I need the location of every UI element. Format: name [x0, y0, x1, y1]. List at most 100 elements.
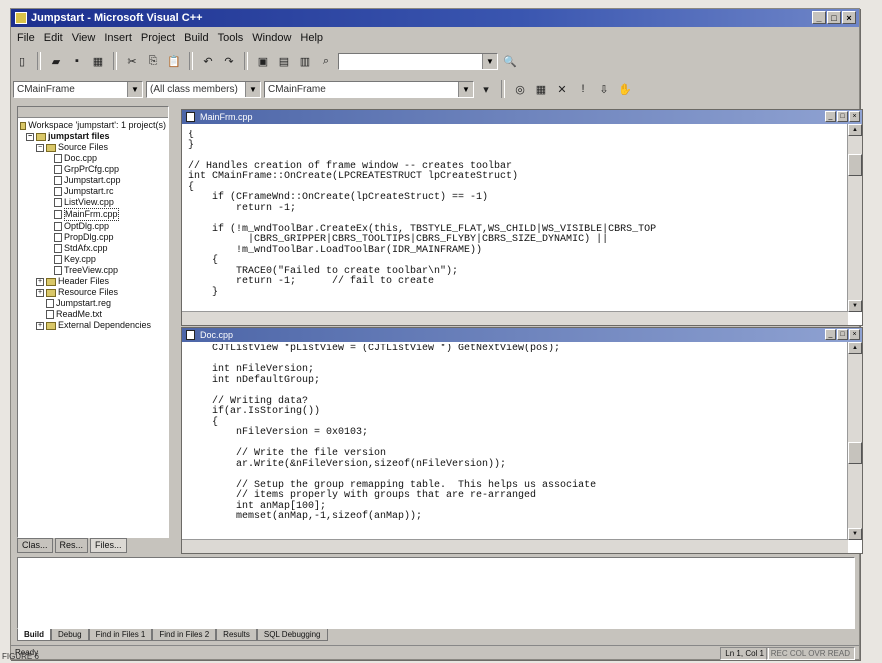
tab-sql-debugging[interactable]: SQL Debugging	[256, 629, 328, 641]
file-icon	[54, 187, 62, 196]
menu-file[interactable]: File	[17, 29, 35, 47]
workspace-icon[interactable]: ▣	[254, 52, 272, 70]
horizontal-scrollbar[interactable]	[182, 311, 848, 325]
tab-resourceview[interactable]: Res...	[54, 538, 89, 553]
output-tabs: Build Debug Find in Files 1 Find in File…	[17, 629, 328, 641]
tree-file[interactable]: StdAfx.cpp	[20, 243, 166, 254]
horizontal-scrollbar[interactable]	[182, 539, 848, 553]
tab-fileview[interactable]: Files...	[90, 538, 127, 553]
tree-file[interactable]: Key.cpp	[20, 254, 166, 265]
tab-build[interactable]: Build	[17, 629, 51, 641]
file-icon	[54, 233, 62, 242]
editor-title-bar[interactable]: MainFrm.cpp _ □ ×	[182, 110, 862, 124]
editor-title-bar[interactable]: Doc.cpp _ □ ×	[182, 328, 862, 342]
vertical-scrollbar[interactable]: ▲ ▼	[847, 124, 862, 312]
copy-icon[interactable]: ⎘	[144, 52, 162, 70]
workspace-icon	[20, 121, 27, 130]
menu-project[interactable]: Project	[141, 29, 175, 47]
tree-file[interactable]: Jumpstart.reg	[20, 298, 166, 309]
undo-icon[interactable]: ↶	[199, 52, 217, 70]
folder-icon	[46, 288, 56, 297]
tree-folder-external[interactable]: + External Dependencies	[20, 320, 166, 331]
maximize-icon[interactable]: □	[837, 111, 848, 122]
execute-icon[interactable]: !	[574, 80, 592, 98]
window-title: Jumpstart - Microsoft Visual C++	[31, 12, 203, 24]
tree-folder-header[interactable]: + Header Files	[20, 276, 166, 287]
tab-find-in-files-1[interactable]: Find in Files 1	[88, 629, 153, 641]
tree-file[interactable]: ReadMe.txt	[20, 309, 166, 320]
menu-help[interactable]: Help	[300, 29, 323, 47]
minimize-icon[interactable]: _	[825, 111, 836, 122]
document-icon	[186, 330, 195, 340]
file-icon	[54, 244, 62, 253]
tab-find-in-files-2[interactable]: Find in Files 2	[152, 629, 217, 641]
windows-icon[interactable]: ▥	[296, 52, 314, 70]
file-icon	[54, 176, 62, 185]
tree-file[interactable]: PropDlg.cpp	[20, 232, 166, 243]
code-area[interactable]: { } // Handles creation of frame window …	[188, 130, 844, 311]
editor-window-doc: Doc.cpp _ □ × CJTListView *pListView = (CJ…	[181, 327, 863, 554]
members-combo[interactable]: (All class members) ▼	[146, 80, 261, 98]
minimize-button[interactable]: _	[812, 11, 826, 24]
tree-file[interactable]: TreeView.cpp	[20, 265, 166, 276]
tab-classview[interactable]: Clas...	[17, 538, 53, 553]
maximize-icon[interactable]: □	[837, 329, 848, 340]
file-icon	[54, 198, 62, 207]
new-file-icon[interactable]: ▯	[13, 52, 31, 70]
tab-debug[interactable]: Debug	[51, 629, 89, 641]
tree-project[interactable]: − jumpstart files	[20, 131, 166, 142]
tree-folder-source[interactable]: − Source Files	[20, 142, 166, 153]
output-icon[interactable]: ▤	[275, 52, 293, 70]
menu-view[interactable]: View	[72, 29, 96, 47]
compile-icon[interactable]: ◎	[511, 80, 529, 98]
close-icon[interactable]: ×	[849, 329, 860, 340]
vertical-scrollbar[interactable]: ▲ ▼	[847, 342, 862, 540]
maximize-button[interactable]: □	[827, 11, 841, 24]
tree-file-selected[interactable]: MainFrm.cpp	[20, 208, 166, 221]
editor-window-mainfrm: MainFrm.cpp _ □ × { } // Handles creation …	[181, 109, 863, 326]
tree-file[interactable]: Jumpstart.rc	[20, 186, 166, 197]
menu-edit[interactable]: Edit	[44, 29, 63, 47]
tree-file[interactable]: GrpPrCfg.cpp	[20, 164, 166, 175]
stop-build-icon[interactable]: ✕	[553, 80, 571, 98]
class-combo[interactable]: CMainFrame ▼	[13, 80, 143, 98]
file-icon	[46, 310, 54, 319]
tree-root[interactable]: Workspace 'jumpstart': 1 project(s)	[20, 120, 166, 131]
code-area[interactable]: CJTListView *pListView = (CJTListView *)…	[188, 344, 844, 539]
close-icon[interactable]: ×	[849, 111, 860, 122]
find-combo[interactable]: ▼	[338, 52, 498, 70]
paste-icon[interactable]: 📋	[165, 52, 183, 70]
tree-file[interactable]: OptDlg.cpp	[20, 221, 166, 232]
close-button[interactable]: ×	[842, 11, 856, 24]
open-icon[interactable]: ▰	[47, 52, 65, 70]
go-icon[interactable]: ⇩	[595, 80, 613, 98]
tree-file[interactable]: ListView.cpp	[20, 197, 166, 208]
tree-file[interactable]: Jumpstart.cpp	[20, 175, 166, 186]
wizard-action-icon[interactable]: ▾	[477, 80, 495, 98]
tab-results[interactable]: Results	[216, 629, 257, 641]
minimize-icon[interactable]: _	[825, 329, 836, 340]
menu-tools[interactable]: Tools	[218, 29, 244, 47]
menu-insert[interactable]: Insert	[104, 29, 132, 47]
wizardbar-toolbar: CMainFrame ▼ (All class members) ▼ CMainFr…	[13, 77, 634, 101]
tree-folder-resource[interactable]: + Resource Files	[20, 287, 166, 298]
output-panel[interactable]	[17, 557, 855, 629]
find-in-files-icon[interactable]: ⌕	[317, 52, 335, 70]
status-indicators: REC COL OVR READ	[765, 647, 855, 660]
function-combo[interactable]: CMainFrame ▼	[264, 80, 474, 98]
folder-icon	[46, 143, 56, 152]
cut-icon[interactable]: ✂	[123, 52, 141, 70]
figure-caption: FIGURE 6	[2, 652, 39, 661]
title-bar[interactable]: Jumpstart - Microsoft Visual C++ _ □ ×	[11, 9, 859, 27]
menu-build[interactable]: Build	[184, 29, 208, 47]
project-icon	[36, 132, 46, 141]
breakpoint-icon[interactable]: ✋	[616, 80, 634, 98]
find-icon[interactable]: 🔍	[501, 52, 519, 70]
file-icon	[46, 299, 54, 308]
save-all-icon[interactable]: ▦	[89, 52, 107, 70]
build-icon[interactable]: ▦	[532, 80, 550, 98]
menu-window[interactable]: Window	[252, 29, 291, 47]
save-icon[interactable]: ▪	[68, 52, 86, 70]
redo-icon[interactable]: ↷	[220, 52, 238, 70]
tree-file[interactable]: Doc.cpp	[20, 153, 166, 164]
